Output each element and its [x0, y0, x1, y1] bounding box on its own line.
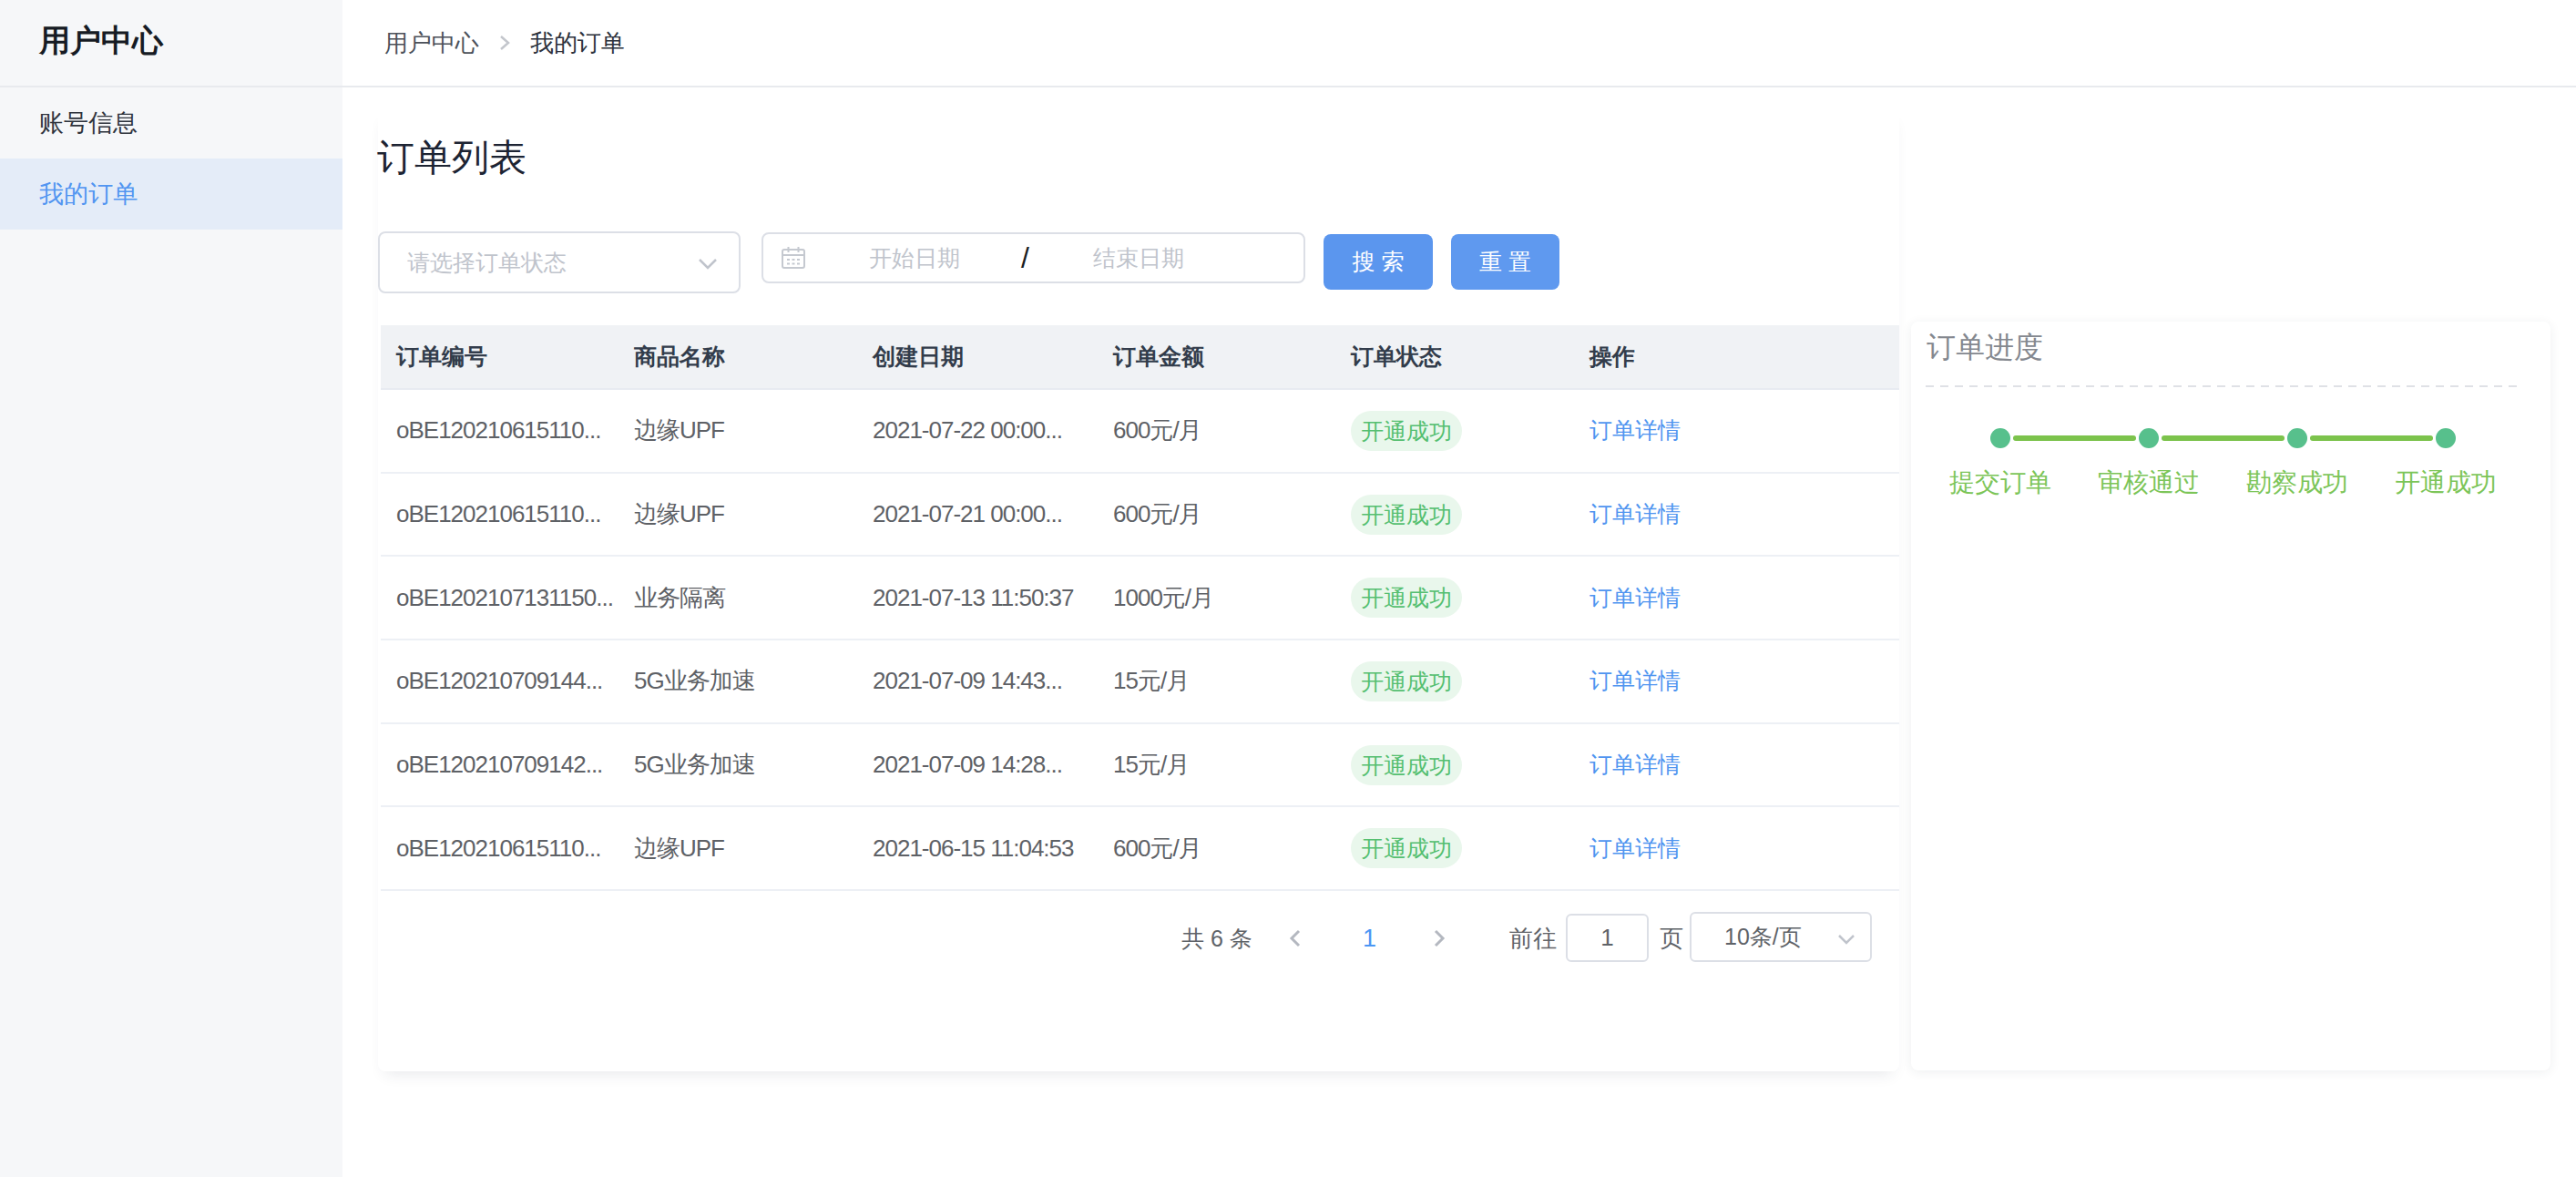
step-dot [1990, 428, 2010, 448]
step-label: 审核通过 [2094, 466, 2203, 500]
table-header: 订单编号 商品名称 创建日期 订单金额 订单状态 操作 [381, 325, 1899, 390]
column-header: 订单状态 [1351, 325, 1442, 388]
cell-created-date: 2021-07-09 14:28... [873, 724, 1062, 806]
status-badge: 开通成功 [1351, 661, 1462, 701]
cell-product-name: 边缘UPF [634, 807, 724, 889]
table-row: oBE120210709142... 5G业务加速 2021-07-09 14:28… [381, 724, 1899, 808]
progress-divider [1926, 385, 2523, 387]
cell-created-date: 2021-07-09 14:43... [873, 640, 1062, 722]
chevron-down-icon [1835, 933, 1858, 951]
calendar-icon [781, 245, 806, 274]
cell-order-id: oBE120210615110... [396, 390, 600, 472]
cell-order-id: oBE120210709142... [396, 724, 602, 806]
page: 用户中心 账号信息 我的订单 用户中心 我的订单 订单列表 请选择订单状态 开始… [0, 0, 2576, 1177]
column-header: 订单金额 [1113, 325, 1204, 388]
cell-product-name: 5G业务加速 [634, 724, 755, 806]
page-title: 订单列表 [377, 133, 526, 182]
column-header: 创建日期 [873, 325, 964, 388]
step-dot [2436, 428, 2456, 448]
column-header: 订单编号 [396, 325, 487, 388]
order-detail-link[interactable]: 订单详情 [1590, 390, 1681, 472]
cell-order-amount: 600元/月 [1113, 390, 1201, 472]
pagination-goto-input[interactable]: 1 [1566, 914, 1649, 962]
table-row: oBE120210709144... 5G业务加速 2021-07-09 14:43… [381, 640, 1899, 724]
step-connector [2310, 435, 2433, 441]
cell-product-name: 业务隔离 [634, 557, 725, 639]
cell-product-name: 边缘UPF [634, 474, 724, 556]
pagination-prev-icon[interactable] [1286, 926, 1304, 955]
step-label: 提交订单 [1946, 466, 2055, 500]
cell-created-date: 2021-07-21 00:00... [873, 474, 1062, 556]
status-badge: 开通成功 [1351, 828, 1462, 868]
step-connector [2162, 435, 2285, 441]
step-connector [2013, 435, 2136, 441]
pagination-page-1[interactable]: 1 [1363, 922, 1376, 955]
column-header: 操作 [1590, 325, 1635, 388]
date-end-input[interactable]: 结束日期 [1093, 232, 1184, 283]
date-range-picker[interactable] [762, 232, 1305, 283]
cell-order-amount: 1000元/月 [1113, 557, 1213, 639]
status-badge: 开通成功 [1351, 411, 1462, 451]
order-detail-link[interactable]: 订单详情 [1590, 557, 1681, 639]
pagination-goto-label: 前往 [1509, 922, 1557, 955]
breadcrumb-item-my-orders: 我的订单 [530, 27, 625, 59]
breadcrumb: 用户中心 我的订单 [384, 0, 625, 86]
order-detail-link[interactable]: 订单详情 [1590, 724, 1681, 806]
order-detail-link[interactable]: 订单详情 [1590, 807, 1681, 889]
step-dot [2139, 428, 2159, 448]
order-progress-title: 订单进度 [1927, 328, 2043, 366]
pagination-total: 共 6 条 [1181, 922, 1252, 955]
order-detail-link[interactable]: 订单详情 [1590, 474, 1681, 556]
order-status-placeholder: 请选择订单状态 [407, 231, 567, 293]
table-row: oBE1202107131150... 业务隔离 2021-07-13 11:50:… [381, 557, 1899, 640]
pagination-page-unit: 页 [1660, 922, 1683, 955]
cell-order-id: oBE120210615110... [396, 807, 600, 889]
cell-product-name: 边缘UPF [634, 390, 724, 472]
table-row: oBE120210615110... 边缘UPF 2021-07-22 00:00.… [381, 390, 1899, 474]
status-badge: 开通成功 [1351, 495, 1462, 535]
date-separator: / [1021, 232, 1029, 283]
cell-order-id: oBE120210615110... [396, 474, 600, 556]
search-button[interactable]: 搜 索 [1324, 234, 1433, 290]
pagination-next-icon[interactable] [1430, 926, 1448, 955]
sidebar-title: 用户中心 [39, 20, 163, 60]
breadcrumb-item-user-center[interactable]: 用户中心 [384, 27, 479, 59]
step-dot [2287, 428, 2307, 448]
breadcrumb-separator-icon [497, 30, 512, 56]
cell-order-id: oBE1202107131150... [396, 557, 613, 639]
reset-button[interactable]: 重 置 [1451, 234, 1559, 290]
cell-created-date: 2021-07-22 00:00... [873, 390, 1062, 472]
chevron-down-icon [694, 256, 721, 276]
column-header: 商品名称 [634, 325, 725, 388]
sidebar-item-my-orders[interactable]: 我的订单 [0, 159, 342, 230]
status-badge: 开通成功 [1351, 745, 1462, 785]
cell-order-amount: 600元/月 [1113, 807, 1201, 889]
step-label: 开通成功 [2391, 466, 2500, 500]
cell-order-amount: 600元/月 [1113, 474, 1201, 556]
sidebar-item-account-info[interactable]: 账号信息 [0, 87, 342, 159]
cell-created-date: 2021-06-15 11:04:53 [873, 807, 1074, 889]
page-size-value: 10条/页 [1724, 912, 1802, 962]
cell-created-date: 2021-07-13 11:50:37 [873, 557, 1074, 639]
table-row: oBE120210615110... 边缘UPF 2021-07-21 00:00.… [381, 474, 1899, 558]
cell-order-amount: 15元/月 [1113, 724, 1189, 806]
table-row: oBE120210615110... 边缘UPF 2021-06-15 11:04:… [381, 807, 1899, 891]
cell-order-amount: 15元/月 [1113, 640, 1189, 722]
step-label: 勘察成功 [2243, 466, 2352, 500]
cell-product-name: 5G业务加速 [634, 640, 755, 722]
date-start-input[interactable]: 开始日期 [869, 232, 960, 283]
order-detail-link[interactable]: 订单详情 [1590, 640, 1681, 722]
status-badge: 开通成功 [1351, 578, 1462, 618]
header-divider [0, 86, 2576, 87]
cell-order-id: oBE120210709144... [396, 640, 602, 722]
